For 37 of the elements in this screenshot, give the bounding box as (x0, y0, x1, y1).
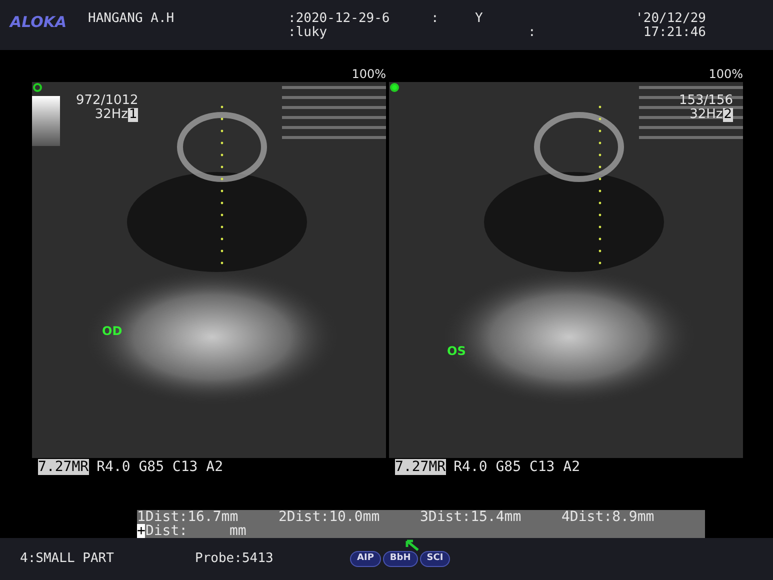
probe-label: Probe:5413 (195, 550, 274, 568)
frame-rate: 32Hz (94, 108, 128, 122)
image-number: 1 (128, 108, 138, 122)
separator: : (528, 26, 536, 40)
comment-field: :luky (288, 26, 528, 40)
distance-unit: mm (229, 524, 246, 538)
patient-name: HANGANG A.H (88, 12, 176, 28)
image-params: R4.0 G85 C13 A2 (96, 459, 224, 475)
frame-rate: 32Hz (690, 108, 723, 122)
exam-mode: 4:SMALL PART (20, 550, 115, 568)
zoom-percent: 100% (708, 66, 743, 82)
distance-reading: 3Dist:15.4mm (420, 510, 522, 524)
eye-label: OD (102, 323, 122, 340)
cursor-marker: + (137, 524, 146, 538)
pointer-arrow-icon (404, 538, 420, 552)
distance-label: Dist: (145, 524, 189, 538)
separator: : (431, 12, 440, 26)
image-params: R4.0 G85 C13 A2 (454, 459, 580, 475)
logo: ALOKA (10, 15, 68, 33)
zoom-percent: 100% (352, 66, 386, 82)
distance-reading: 1Dist:16.7mm (137, 510, 240, 524)
grayscale-bar (32, 96, 60, 146)
eye-label: OS (447, 343, 466, 360)
preset-label: 7.27MR (395, 459, 446, 475)
frame-counter: 972/1012 (76, 94, 138, 108)
mode-button[interactable]: SCI (420, 551, 450, 567)
patient-id: :2020-12-29-6 (288, 12, 391, 26)
distance-reading: 4Dist:8.9mm (562, 510, 656, 524)
distance-reading: 2Dist:10.0mm (278, 510, 381, 524)
frame-counter: 153/156 (678, 94, 733, 108)
image-number: 2 (722, 108, 733, 122)
mode-button[interactable]: BbH (382, 551, 418, 567)
date: '20/12/29 (636, 12, 706, 26)
preset-label: 7.27MR (38, 459, 89, 475)
sex-field: Y (475, 12, 483, 26)
mode-button[interactable]: AIP (350, 551, 381, 567)
time: 17:21:46 (643, 26, 706, 40)
